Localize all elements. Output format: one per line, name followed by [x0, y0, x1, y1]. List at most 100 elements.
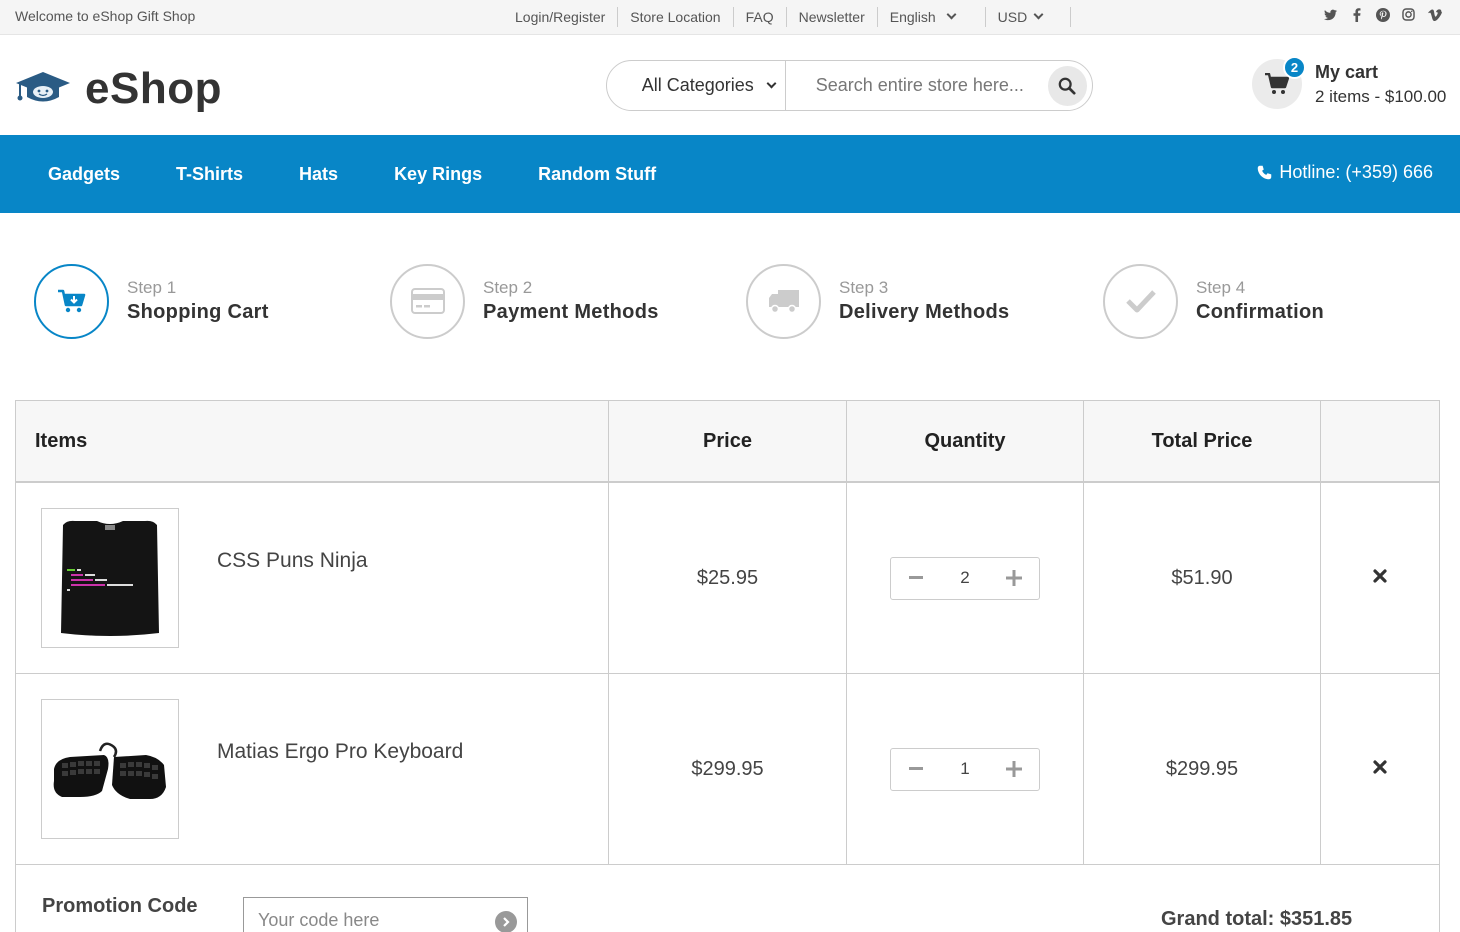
- table-header: Items Price Quantity Total Price: [16, 401, 1439, 483]
- step-payment-methods[interactable]: Step 2 Payment Methods: [390, 263, 659, 339]
- step-ring: [746, 263, 821, 339]
- price-cell: $299.95: [609, 674, 847, 864]
- top-bar: Welcome to eShop Gift Shop Login/Registe…: [0, 0, 1460, 35]
- product-name[interactable]: CSS Puns Ninja: [217, 549, 368, 573]
- product-thumbnail[interactable]: [41, 699, 179, 839]
- welcome-text: Welcome to eShop Gift Shop: [15, 8, 196, 24]
- facebook-icon[interactable]: [1349, 7, 1364, 22]
- step-number: Step 1: [127, 278, 177, 297]
- phone-icon: [1258, 165, 1272, 180]
- increase-button[interactable]: [1005, 760, 1023, 778]
- remove-item-button[interactable]: [1373, 759, 1387, 779]
- store-location-link[interactable]: Store Location: [618, 0, 732, 34]
- category-select[interactable]: All Categories: [607, 61, 786, 110]
- step-label: Shopping Cart: [127, 301, 269, 323]
- quantity-value[interactable]: 2: [960, 568, 969, 588]
- cart-icon: [57, 289, 85, 313]
- arrow-right-icon: [503, 917, 510, 927]
- search-button[interactable]: [1047, 65, 1087, 106]
- chevron-down-icon: [946, 9, 957, 20]
- nav-items: Gadgets T-Shirts Hats Key Rings Random S…: [20, 135, 684, 213]
- grand-total: Grand total: $351.85: [1161, 908, 1353, 930]
- cart-summary: 2 items - $100.00: [1315, 87, 1447, 106]
- keyboard-image: [53, 742, 166, 799]
- line-total: $51.90: [1171, 566, 1233, 589]
- hotline-text: Hotline: (+359) 666: [1279, 162, 1433, 182]
- promo-section: Promotion Code Grand total: $351.85: [16, 865, 1439, 932]
- quantity-cell: 2: [847, 483, 1084, 673]
- promo-code-input[interactable]: [258, 909, 478, 931]
- remove-cell: [1321, 483, 1439, 673]
- step-number: Step 4: [1196, 278, 1246, 297]
- vimeo-icon[interactable]: [1427, 7, 1442, 22]
- header-price: Price: [609, 401, 847, 481]
- nav-item-gadgets[interactable]: Gadgets: [20, 164, 148, 185]
- shopping-cart-icon: [1265, 73, 1289, 94]
- header-total-price: Total Price: [1084, 401, 1321, 481]
- quantity-stepper: 2: [890, 556, 1040, 600]
- step-delivery-methods[interactable]: Step 3 Delivery Methods: [746, 263, 1009, 339]
- nav-item-hats[interactable]: Hats: [271, 164, 366, 185]
- search-icon: [1059, 77, 1076, 95]
- main-nav: Gadgets T-Shirts Hats Key Rings Random S…: [0, 135, 1460, 213]
- graduation-cap-logo-icon: [15, 70, 71, 109]
- credit-card-icon: [410, 288, 445, 314]
- nav-item-key-rings[interactable]: Key Rings: [366, 164, 510, 185]
- twitter-icon[interactable]: [1323, 7, 1338, 22]
- quantity-cell: 1: [847, 674, 1084, 864]
- newsletter-link[interactable]: Newsletter: [787, 0, 877, 34]
- faq-link[interactable]: FAQ: [734, 0, 786, 34]
- minus-icon: [909, 576, 923, 579]
- plus-icon: [1006, 570, 1022, 586]
- logo[interactable]: eShop: [15, 64, 222, 114]
- instagram-icon[interactable]: [1401, 7, 1416, 22]
- header-actions: [1321, 401, 1439, 481]
- product-thumbnail[interactable]: [41, 508, 179, 648]
- step-shopping-cart[interactable]: Step 1 Shopping Cart: [34, 263, 269, 339]
- quantity-value[interactable]: 1: [960, 759, 969, 779]
- product-name[interactable]: Matias Ergo Pro Keyboard: [217, 740, 463, 764]
- apply-promo-button[interactable]: [495, 911, 517, 932]
- decrease-button[interactable]: [907, 760, 925, 778]
- close-icon: [1373, 759, 1387, 774]
- table-row: Matias Ergo Pro Keyboard $299.95 1 $299.…: [16, 674, 1439, 865]
- decrease-button[interactable]: [907, 569, 925, 587]
- currency-label: USD: [997, 9, 1028, 25]
- category-label: All Categories: [641, 75, 754, 95]
- header-items: Items: [16, 401, 609, 481]
- total-cell: $51.90: [1084, 483, 1321, 673]
- search-input[interactable]: [785, 61, 1048, 110]
- remove-cell: [1321, 674, 1439, 864]
- line-total: $299.95: [1165, 757, 1239, 780]
- social-links: [1323, 7, 1442, 22]
- nav-item-tshirts[interactable]: T-Shirts: [148, 164, 271, 185]
- language-dropdown[interactable]: English: [878, 0, 985, 34]
- step-number: Step 3: [839, 278, 889, 297]
- nav-item-random-stuff[interactable]: Random Stuff: [510, 164, 684, 185]
- login-register-link[interactable]: Login/Register: [503, 0, 617, 34]
- language-label: English: [889, 9, 936, 25]
- step-text: Step 2 Payment Methods: [483, 278, 659, 324]
- item-cell: Matias Ergo Pro Keyboard: [16, 674, 609, 864]
- price-cell: $25.95: [609, 483, 847, 673]
- item-cell: CSS Puns Ninja: [16, 483, 609, 673]
- plus-icon: [1006, 761, 1022, 777]
- step-text: Step 1 Shopping Cart: [127, 278, 269, 324]
- promo-label: Promotion Code: [42, 895, 198, 917]
- minus-icon: [909, 767, 923, 770]
- step-label: Payment Methods: [483, 301, 659, 323]
- pinterest-icon[interactable]: [1375, 7, 1390, 22]
- cart-count-badge: 2: [1283, 56, 1306, 79]
- currency-dropdown[interactable]: USD: [986, 0, 1071, 34]
- checkout-steps: Step 1 Shopping Cart Step 2 Payment Meth…: [0, 263, 1460, 339]
- increase-button[interactable]: [1005, 569, 1023, 587]
- remove-item-button[interactable]: [1373, 568, 1387, 588]
- unit-price: $25.95: [696, 566, 759, 589]
- promo-input-box: [243, 897, 528, 932]
- mini-cart[interactable]: 2 My cart 2 items - $100.00: [1252, 56, 1452, 113]
- step-confirmation[interactable]: Step 4 Confirmation: [1103, 263, 1324, 339]
- step-ring: [390, 263, 465, 339]
- chevron-down-icon: [766, 78, 777, 88]
- step-label: Confirmation: [1196, 301, 1325, 323]
- step-ring: [34, 263, 109, 339]
